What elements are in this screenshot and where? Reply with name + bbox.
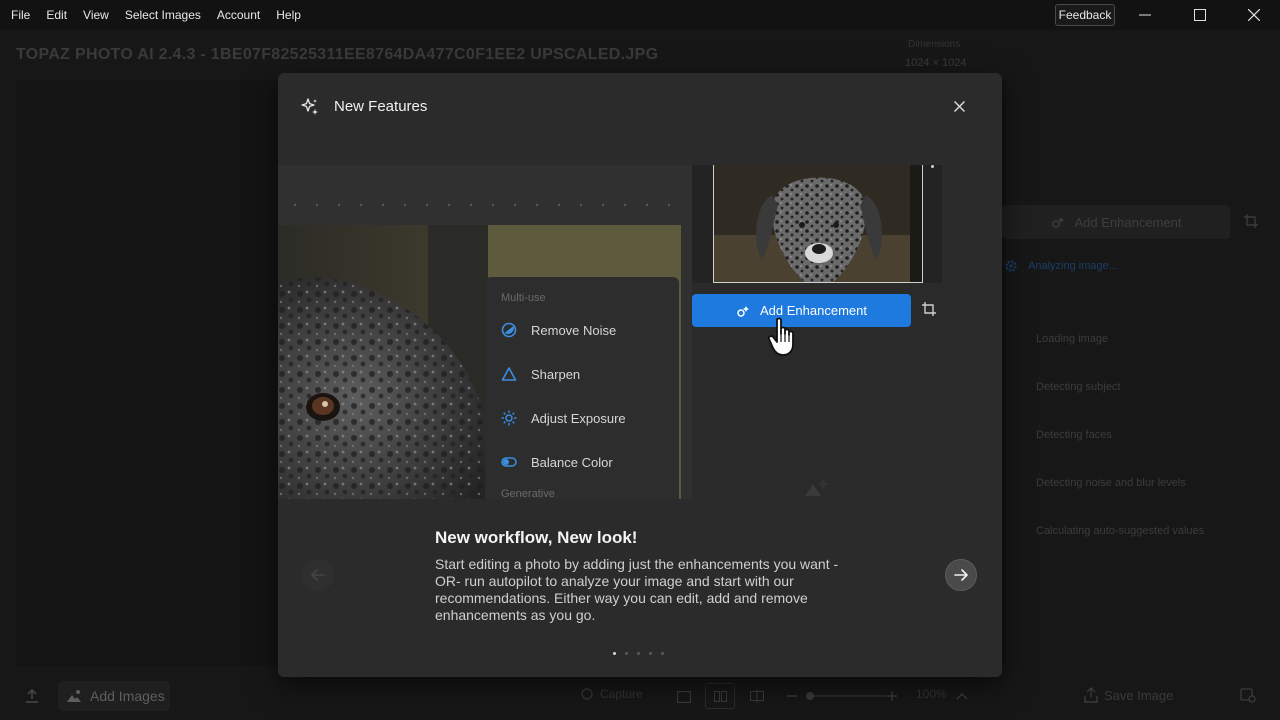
export-settings-icon[interactable]	[1240, 687, 1256, 703]
bottom-toolbar: Add Images Capture 100% Save Image	[0, 680, 1280, 720]
analysis-step: Detecting faces	[1036, 429, 1112, 441]
minimize-button[interactable]	[1122, 0, 1168, 30]
enhancement-menu-card: Multi-use Remove Noise Sharpen Adjust Ex…	[485, 277, 679, 499]
share-icon	[1084, 687, 1098, 703]
slide-description: Start editing a photo by adding just the…	[435, 556, 839, 623]
preview-frame	[692, 165, 942, 283]
pagination-dot[interactable]	[637, 652, 640, 655]
document-title: TOPAZ PHOTO AI 2.4.3 - 1BE07F82525311EE8…	[16, 46, 659, 63]
pagination-dot[interactable]	[661, 652, 664, 655]
chevron-up-icon[interactable]	[956, 692, 968, 700]
save-image-button[interactable]: Save Image	[1084, 680, 1173, 710]
dialog-close-button[interactable]	[950, 97, 968, 115]
close-icon	[953, 100, 965, 112]
image-icon	[67, 690, 81, 702]
zoom-level[interactable]: 100%	[916, 687, 947, 701]
add-images-button[interactable]: Add Images	[58, 681, 170, 711]
menu-help[interactable]: Help	[268, 0, 309, 30]
zoom-slider[interactable]	[806, 692, 886, 700]
pagination-dot[interactable]	[613, 652, 616, 655]
slide-content: New workflow, New look! Start editing a …	[278, 499, 1002, 677]
add-enhancement-label: Add Enhancement	[1074, 214, 1182, 230]
crop-icon[interactable]	[1244, 214, 1258, 228]
side-by-side-view-button[interactable]	[705, 683, 735, 709]
generative-label: Generative	[501, 488, 555, 499]
arrow-left-icon	[311, 569, 325, 581]
maximize-icon	[1194, 9, 1206, 21]
dotted-divider	[284, 204, 682, 206]
capture-icon	[581, 688, 593, 700]
menu-item-label: Remove Noise	[531, 322, 617, 338]
hand-cursor-icon	[768, 317, 794, 356]
dog-thumbnail	[713, 165, 923, 283]
previous-slide-button[interactable]	[302, 559, 334, 591]
menu-view[interactable]: View	[75, 0, 117, 30]
zoom-in-icon[interactable]	[887, 691, 897, 701]
dimensions-value: 1024 × 1024	[905, 57, 967, 69]
analysis-step: Detecting noise and blur levels	[1036, 477, 1186, 489]
enhancement-panel: Add Enhancement Analyzing image... Loadi…	[1002, 80, 1280, 680]
capture-label: Capture	[600, 687, 643, 701]
sparkle-plus-icon	[737, 305, 750, 317]
analyzing-status: Analyzing image...	[1004, 259, 1118, 273]
side-by-side-icon	[714, 691, 727, 702]
add-images-label: Add Images	[90, 688, 165, 704]
split-view-icon[interactable]	[750, 689, 764, 703]
add-enhancement-button-bg[interactable]: Add Enhancement	[1002, 205, 1230, 239]
zoom-out-icon[interactable]	[787, 695, 797, 697]
adjust-exposure-icon	[501, 410, 517, 426]
menu-item-label: Balance Color	[531, 454, 613, 470]
menu-item-label: Sharpen	[531, 366, 581, 382]
add-enhancement-label: Add Enhancement	[760, 303, 867, 318]
dimensions-label: Dimensions	[908, 39, 961, 50]
analysis-step: Calculating auto-suggested values	[1036, 525, 1205, 537]
menu-item-label: Adjust Exposure	[531, 410, 626, 426]
capture-button[interactable]: Capture	[580, 687, 643, 701]
menu-item-adjust-exposure[interactable]: Adjust Exposure	[501, 410, 626, 426]
pagination-dot[interactable]	[649, 652, 652, 655]
menu-edit[interactable]: Edit	[38, 0, 75, 30]
feature-illustration: Multi-use Remove Noise Sharpen Adjust Ex…	[278, 165, 955, 499]
analysis-step: Detecting subject	[1036, 381, 1121, 393]
sparkle-icon	[301, 98, 318, 115]
menu-item-remove-noise[interactable]: Remove Noise	[501, 322, 616, 338]
menu-item-balance-color[interactable]: Balance Color	[501, 454, 613, 470]
gear-icon	[1005, 260, 1017, 272]
close-icon	[1248, 9, 1260, 21]
generative-icon	[805, 478, 829, 496]
balance-color-icon	[501, 457, 517, 467]
crop-icon[interactable]	[922, 302, 936, 316]
menu-account[interactable]: Account	[209, 0, 268, 30]
dialog-header: New Features	[278, 73, 1002, 143]
next-slide-button[interactable]	[945, 559, 977, 591]
remove-noise-icon	[501, 322, 517, 338]
menu-bar: File Edit View Select Images Account Hel…	[0, 0, 1280, 30]
maximize-button[interactable]	[1177, 0, 1223, 30]
pagination-dot[interactable]	[625, 652, 628, 655]
dog-thumbnail-illustration	[714, 165, 922, 282]
dialog-title: New Features	[334, 98, 428, 115]
scroll-indicator	[931, 165, 934, 168]
save-image-label: Save Image	[1104, 687, 1174, 703]
analyzing-label: Analyzing image...	[1028, 260, 1118, 272]
analysis-step: Loading image	[1036, 333, 1109, 345]
menu-file[interactable]: File	[0, 0, 38, 30]
single-view-icon[interactable]	[677, 691, 691, 703]
minimize-icon	[1139, 14, 1151, 16]
upload-icon[interactable]	[24, 688, 40, 704]
multi-use-label: Multi-use	[501, 292, 546, 304]
slide-title: New workflow, New look!	[435, 528, 638, 547]
close-window-button[interactable]	[1231, 0, 1277, 30]
arrow-right-icon	[954, 569, 968, 581]
menu-select-images[interactable]: Select Images	[117, 0, 209, 30]
new-features-dialog: New Features Multi-use Remove Noise Shar…	[278, 73, 1002, 677]
menu-item-sharpen[interactable]: Sharpen	[501, 366, 580, 382]
sharpen-icon	[501, 367, 517, 381]
sparkle-plus-icon	[1051, 217, 1064, 228]
zoom-slider-handle[interactable]	[806, 692, 814, 700]
feedback-button[interactable]: Feedback	[1055, 4, 1115, 26]
illustration-right-column: Add Enhancement	[692, 165, 955, 499]
slide-pagination	[613, 652, 664, 655]
